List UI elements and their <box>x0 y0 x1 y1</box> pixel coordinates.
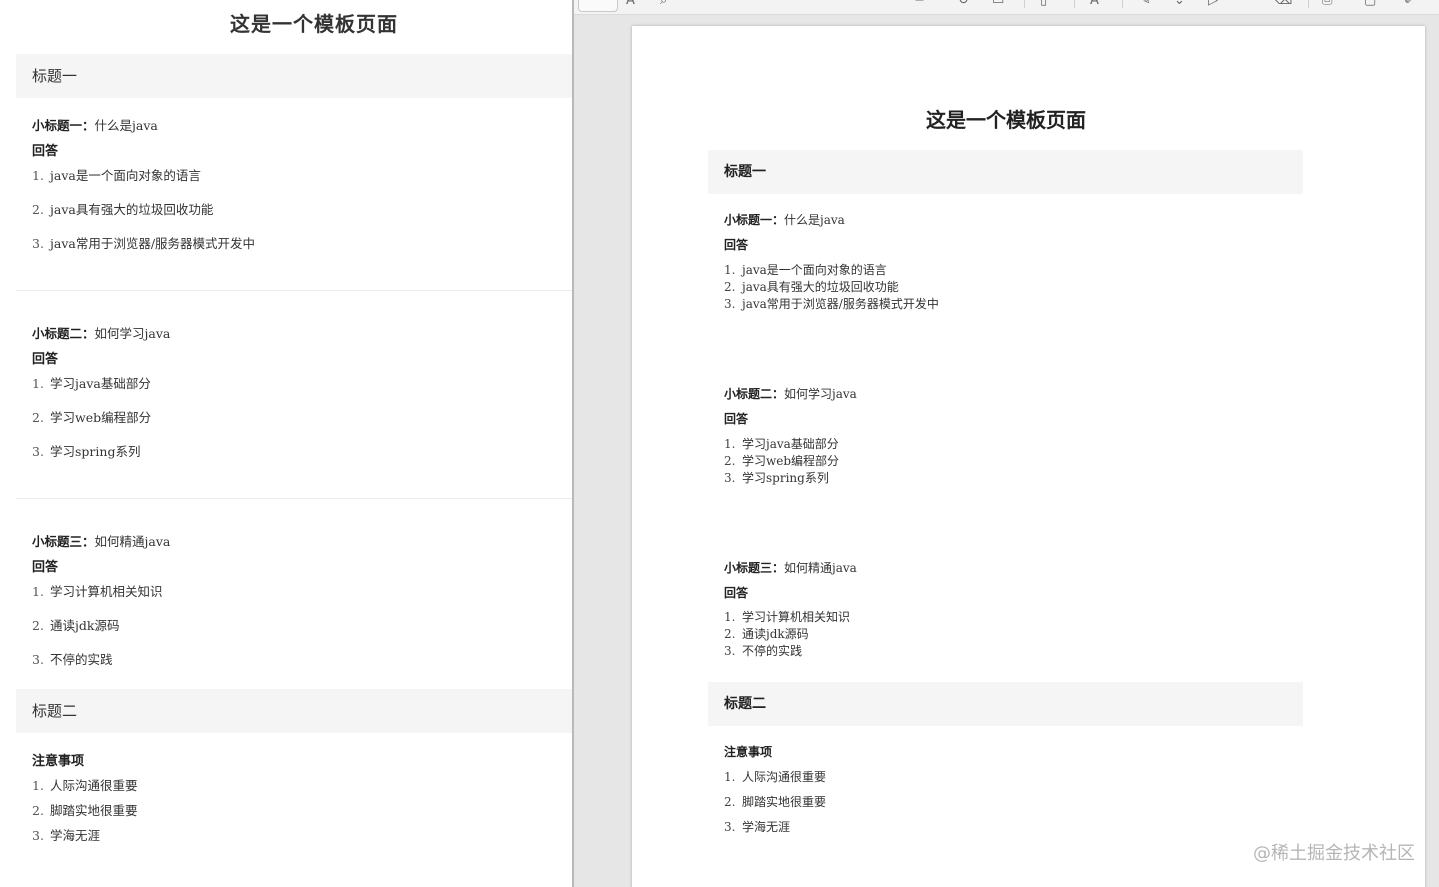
list-item: 3. 不停的实践 <box>724 644 803 658</box>
toolbar-separator <box>1122 0 1123 8</box>
answer-label: 回答 <box>32 144 59 159</box>
list-item: 2. 脚踏实地很重要 <box>724 795 827 809</box>
text-icon[interactable]: A <box>1090 0 1099 12</box>
draw-icon[interactable]: ✎ <box>1140 0 1151 12</box>
list-item: 3. java常用于浏览器/服务器模式开发中 <box>724 297 939 311</box>
subheading-q1: 小标题一：什么是java <box>724 211 845 228</box>
list-item: 2. 学习web编程部分 <box>32 410 152 425</box>
list-item: 2. java具有强大的垃圾回收功能 <box>32 202 214 217</box>
list-item: 1. 学习计算机相关知识 <box>724 610 851 624</box>
web-page-pane: 这是一个模板页面 标题一 小标题一：什么是java 回答 1. java是一个面向… <box>0 0 572 887</box>
answer-label: 回答 <box>724 412 749 426</box>
highlight-icon[interactable]: ▷ <box>1208 0 1218 12</box>
list-item: 1. 人际沟通很重要 <box>32 778 138 793</box>
save-icon[interactable]: ▢ <box>1364 0 1376 12</box>
section-heading-1: 标题一 <box>16 54 572 98</box>
subheading-text: 什么是java <box>94 118 158 133</box>
list-item: 1. 人际沟通很重要 <box>724 770 827 784</box>
zoom-out-icon[interactable]: − <box>914 0 925 12</box>
list-item: 1. 学习java基础部分 <box>32 376 151 391</box>
answer-label: 回答 <box>724 586 749 600</box>
list-item: 3. 不停的实践 <box>32 652 113 667</box>
subheading-label: 小标题三： <box>32 534 95 549</box>
erase-icon[interactable]: ⌫ <box>1274 0 1292 12</box>
answer-label: 回答 <box>32 352 59 367</box>
toolbar-separator <box>1308 0 1309 8</box>
subheading-q1: 小标题一：什么是java <box>32 115 158 134</box>
preview-toolbar: A ⌕ − ↻ ▭ ▯ A ✎ ⌄ ▷ ⌫ ⎙ ▢ ✐ <box>574 0 1439 15</box>
subheading-text: 如何学习java <box>94 326 171 341</box>
list-item: 2. 通读jdk源码 <box>724 627 809 641</box>
list-item: 3. 学海无涯 <box>724 820 791 834</box>
subheading-text: 如何精通java <box>94 534 171 549</box>
notes-heading: 注意事项 <box>32 754 85 769</box>
list-item: 2. java具有强大的垃圾回收功能 <box>724 280 899 294</box>
answer-label: 回答 <box>32 560 59 575</box>
page-title: 这是一个模板页面 <box>230 12 398 36</box>
rotate-icon[interactable]: ↻ <box>958 0 969 12</box>
divider <box>16 290 572 291</box>
subheading-label: 小标题二： <box>32 326 95 341</box>
edit-icon[interactable]: ✐ <box>1404 0 1415 12</box>
list-item: 2. 学习web编程部分 <box>724 454 840 468</box>
fit-page-icon[interactable]: ▭ <box>992 0 1004 12</box>
answer-label: 回答 <box>724 238 749 252</box>
toolbar-separator <box>1024 0 1025 8</box>
two-page-icon[interactable]: ▯ <box>1040 0 1047 12</box>
page-number-box[interactable] <box>578 0 618 12</box>
subheading-text: 如何学习java <box>784 387 857 401</box>
divider <box>16 498 572 499</box>
chevron-down-icon[interactable]: ⌄ <box>1174 0 1185 12</box>
notes-heading: 注意事项 <box>724 745 773 759</box>
subheading-q3: 小标题三：如何精通java <box>724 559 857 576</box>
list-item: 1. 学习计算机相关知识 <box>32 584 163 599</box>
list-item: 2. 通读jdk源码 <box>32 618 120 633</box>
section-heading-2: 标题二 <box>16 689 572 733</box>
screen: 这是一个模板页面 标题一 小标题一：什么是java 回答 1. java是一个面向… <box>0 0 1439 887</box>
list-item: 1. 学习java基础部分 <box>724 437 839 451</box>
search-icon[interactable]: ⌕ <box>660 0 667 12</box>
subheading-label: 小标题一： <box>32 118 95 133</box>
subheading-q2: 小标题二：如何学习java <box>724 385 857 402</box>
watermark: @稀土掘金技术社区 <box>1253 843 1415 864</box>
toolbar-separator <box>1074 0 1075 8</box>
list-item: 3. 学习spring系列 <box>724 471 829 485</box>
subheading-q2: 小标题二：如何学习java <box>32 323 170 342</box>
subheading-label: 小标题二： <box>724 387 785 401</box>
print-icon[interactable]: ⎙ <box>1322 0 1332 12</box>
list-item: 1. java是一个面向对象的语言 <box>32 168 201 183</box>
subheading-text: 什么是java <box>784 213 845 227</box>
list-item: 2. 脚踏实地很重要 <box>32 803 138 818</box>
read-aloud-icon[interactable]: A <box>626 0 635 12</box>
subheading-text: 如何精通java <box>784 561 857 575</box>
list-item: 3. 学习spring系列 <box>32 444 141 459</box>
list-item: 1. java是一个面向对象的语言 <box>724 263 887 277</box>
list-item: 3. java常用于浏览器/服务器模式开发中 <box>32 236 256 251</box>
subheading-label: 小标题一： <box>724 213 785 227</box>
print-preview-pane: A ⌕ − ↻ ▭ ▯ A ✎ ⌄ ▷ ⌫ ⎙ ▢ ✐ 这是一个模板页面 标题一… <box>574 0 1439 887</box>
page-title: 这是一个模板页面 <box>926 108 1086 132</box>
list-item: 3. 学海无涯 <box>32 828 101 843</box>
subheading-q3: 小标题三：如何精通java <box>32 531 170 550</box>
section-heading-2: 标题二 <box>708 682 1303 726</box>
preview-page: 这是一个模板页面 标题一 小标题一：什么是java 回答 1. java是一个面向… <box>632 26 1425 887</box>
subheading-label: 小标题三： <box>724 561 785 575</box>
section-heading-1: 标题一 <box>708 150 1303 194</box>
